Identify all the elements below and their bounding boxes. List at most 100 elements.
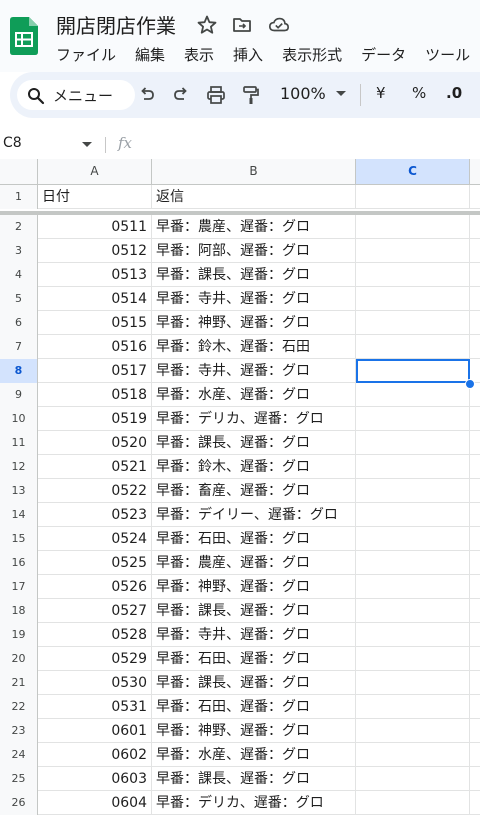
row-number[interactable]: 10 xyxy=(0,407,38,431)
star-icon[interactable] xyxy=(196,14,218,36)
row-number[interactable]: 14 xyxy=(0,503,38,527)
row-number[interactable]: 5 xyxy=(0,287,38,311)
cell-reply[interactable]: 早番：神野、遅番：グロ xyxy=(152,575,356,599)
cell-date[interactable]: 0520 xyxy=(38,431,152,455)
row-number[interactable]: 16 xyxy=(0,551,38,575)
cell-reply[interactable]: 早番：石田、遅番：グロ xyxy=(152,647,356,671)
cell-reply[interactable]: 早番：課長、遅番：グロ xyxy=(152,767,356,791)
cell-date[interactable]: 0524 xyxy=(38,527,152,551)
cell-reply[interactable]: 早番：寺井、遅番：グロ xyxy=(152,359,356,383)
cell-c[interactable] xyxy=(356,239,470,263)
cell-date[interactable]: 0513 xyxy=(38,263,152,287)
cell-c1[interactable] xyxy=(356,185,470,209)
cell-date[interactable]: 0518 xyxy=(38,383,152,407)
cell-c[interactable] xyxy=(356,527,470,551)
cell-date[interactable]: 0512 xyxy=(38,239,152,263)
cell-c[interactable] xyxy=(356,263,470,287)
cell-c[interactable] xyxy=(356,431,470,455)
print-icon[interactable] xyxy=(206,85,226,105)
percent-format-button[interactable]: % xyxy=(412,84,426,102)
cell-reply[interactable]: 早番：水産、遅番：グロ xyxy=(152,383,356,407)
cell-d[interactable] xyxy=(470,407,480,431)
cell-date[interactable]: 0604 xyxy=(38,791,152,815)
cell-reply[interactable]: 早番：石田、遅番：グロ xyxy=(152,527,356,551)
menu-file[interactable]: ファイル xyxy=(56,44,116,66)
cell-reply[interactable]: 早番：デリカ、遅番：グロ xyxy=(152,407,356,431)
cell-d[interactable] xyxy=(470,695,480,719)
cell-reply[interactable]: 早番：課長、遅番：グロ xyxy=(152,599,356,623)
redo-icon[interactable] xyxy=(172,85,190,103)
menu-insert[interactable]: 挿入 xyxy=(233,44,263,66)
row-number[interactable]: 24 xyxy=(0,743,38,767)
currency-format-button[interactable]: ¥ xyxy=(376,84,386,102)
cell-d[interactable] xyxy=(470,287,480,311)
menu-edit[interactable]: 編集 xyxy=(135,44,165,66)
fill-handle[interactable] xyxy=(465,379,475,389)
name-box[interactable]: C8 xyxy=(3,135,22,151)
zoom-select[interactable]: 100% xyxy=(280,84,326,103)
row-number[interactable]: 11 xyxy=(0,431,38,455)
zoom-dropdown-icon[interactable] xyxy=(336,91,346,97)
cell-d[interactable] xyxy=(470,767,480,791)
select-all-corner[interactable] xyxy=(0,159,38,184)
cell-d[interactable] xyxy=(470,479,480,503)
cell-d[interactable] xyxy=(470,623,480,647)
cell-reply[interactable]: 早番：阿部、遅番：グロ xyxy=(152,239,356,263)
cell-date[interactable]: 0602 xyxy=(38,743,152,767)
row-number[interactable]: 26 xyxy=(0,791,38,815)
cell-c[interactable] xyxy=(356,287,470,311)
cell-d[interactable] xyxy=(470,647,480,671)
column-header-d[interactable] xyxy=(470,159,480,184)
paint-format-icon[interactable] xyxy=(242,85,260,105)
cell-date[interactable]: 0527 xyxy=(38,599,152,623)
cell-c[interactable] xyxy=(356,671,470,695)
row-number[interactable]: 22 xyxy=(0,695,38,719)
row-number[interactable]: 18 xyxy=(0,599,38,623)
cell-b1[interactable]: 返信 xyxy=(152,185,356,209)
undo-icon[interactable] xyxy=(138,85,156,103)
cell-date[interactable]: 0519 xyxy=(38,407,152,431)
row-number[interactable]: 7 xyxy=(0,335,38,359)
cell-c[interactable] xyxy=(356,479,470,503)
cell-reply[interactable]: 早番：寺井、遅番：グロ xyxy=(152,287,356,311)
column-header-c[interactable]: C xyxy=(356,159,470,184)
row-number[interactable]: 9 xyxy=(0,383,38,407)
cell-date[interactable]: 0521 xyxy=(38,455,152,479)
cell-date[interactable]: 0529 xyxy=(38,647,152,671)
cell-date[interactable]: 0528 xyxy=(38,623,152,647)
cell-d[interactable] xyxy=(470,335,480,359)
cell-c[interactable] xyxy=(356,647,470,671)
cell-c[interactable] xyxy=(356,455,470,479)
cell-d[interactable] xyxy=(470,719,480,743)
cell-date[interactable]: 0516 xyxy=(38,335,152,359)
cell-c[interactable] xyxy=(356,575,470,599)
cell-c[interactable] xyxy=(356,551,470,575)
cell-d[interactable] xyxy=(470,527,480,551)
cell-c[interactable] xyxy=(356,743,470,767)
cell-date[interactable]: 0514 xyxy=(38,287,152,311)
menu-format[interactable]: 表示形式 xyxy=(282,44,342,66)
cell-d[interactable] xyxy=(470,455,480,479)
row-number[interactable]: 15 xyxy=(0,527,38,551)
cell-reply[interactable]: 早番：神野、遅番：グロ xyxy=(152,719,356,743)
cell-date[interactable]: 0530 xyxy=(38,671,152,695)
name-box-dropdown-icon[interactable] xyxy=(82,142,92,148)
cell-d[interactable] xyxy=(470,239,480,263)
row-number[interactable]: 19 xyxy=(0,623,38,647)
cell-reply[interactable]: 早番：神野、遅番：グロ xyxy=(152,311,356,335)
cell-reply[interactable]: 早番：水産、遅番：グロ xyxy=(152,743,356,767)
row-number[interactable]: 25 xyxy=(0,767,38,791)
cell-date[interactable]: 0523 xyxy=(38,503,152,527)
search-menus-button[interactable]: メニュー xyxy=(17,80,135,110)
cell-date[interactable]: 0522 xyxy=(38,479,152,503)
cell-date[interactable]: 0526 xyxy=(38,575,152,599)
decrease-decimal-button[interactable]: .0 xyxy=(446,84,462,102)
cell-c[interactable] xyxy=(356,767,470,791)
column-header-b[interactable]: B xyxy=(152,159,356,184)
cell-d[interactable] xyxy=(470,311,480,335)
cell-reply[interactable]: 早番：課長、遅番：グロ xyxy=(152,263,356,287)
cell-d[interactable] xyxy=(470,743,480,767)
cell-d[interactable] xyxy=(470,791,480,815)
cell-c[interactable] xyxy=(356,503,470,527)
cell-c[interactable] xyxy=(356,311,470,335)
